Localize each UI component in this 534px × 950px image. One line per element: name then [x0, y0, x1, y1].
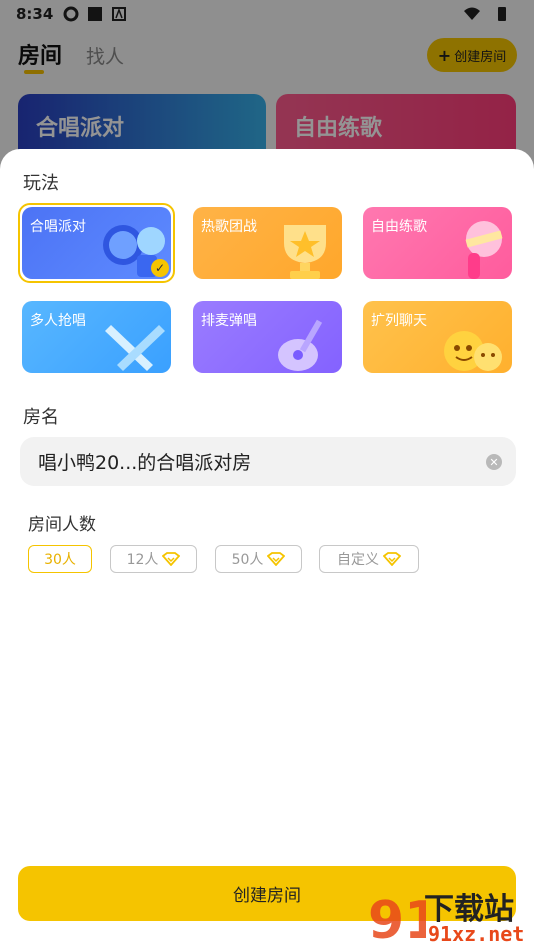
mode-label: 排麦弹唱 — [201, 313, 257, 329]
mode-card-multi-grab-sing[interactable]: 多人抢唱 — [22, 301, 171, 373]
clear-icon[interactable]: ✕ — [486, 454, 502, 470]
create-room-sheet: 玩法 合唱派对 ✓ 热歌团战 自由练歌 多人抢唱 排麦弹唱 扩列聊天 房名 唱小… — [0, 149, 534, 950]
room-size-label: 30人 — [44, 552, 76, 568]
mode-card-free-practice[interactable]: 自由练歌 — [363, 207, 512, 279]
room-size-label: 自定义 — [337, 552, 379, 568]
room-size-option-30[interactable]: 30人 — [28, 545, 92, 573]
pink-microphone-icon — [465, 221, 503, 279]
room-size-section-title: 房间人数 — [28, 515, 96, 535]
mode-label: 扩列聊天 — [371, 313, 427, 329]
room-size-label: 12人 — [126, 552, 159, 568]
watermark-logo: 91 — [368, 891, 426, 950]
mode-label: 自由练歌 — [371, 219, 427, 235]
room-name-input[interactable] — [38, 437, 478, 486]
mode-card-hot-song-battle[interactable]: 热歌团战 — [193, 207, 342, 279]
mode-card-queue-guitar-sing[interactable]: 排麦弹唱 — [193, 301, 342, 373]
trophy-icon — [284, 225, 326, 279]
mode-section-title: 玩法 — [23, 173, 59, 194]
room-name-field: ✕ — [20, 437, 516, 486]
diamond-icon — [267, 552, 286, 566]
check-icon: ✓ — [151, 259, 169, 277]
emoji-faces-icon — [444, 331, 502, 371]
watermark: 91 下载站 91xz.net — [366, 882, 534, 950]
guitar-icon — [278, 319, 323, 371]
room-size-option-custom[interactable]: 自定义 — [319, 545, 419, 573]
room-size-label: 50人 — [231, 552, 264, 568]
room-size-option-12[interactable]: 12人 — [110, 545, 197, 573]
room-size-option-50[interactable]: 50人 — [215, 545, 302, 573]
diamond-icon — [383, 552, 401, 566]
mode-card-chorus-party[interactable]: 合唱派对 ✓ — [22, 207, 171, 279]
mode-label: 多人抢唱 — [30, 313, 86, 329]
mode-card-expand-chat[interactable]: 扩列聊天 — [363, 301, 512, 373]
watermark-url: 91xz.net — [428, 922, 525, 946]
watermark-logo-number: 91 — [368, 891, 426, 950]
crossed-swords-icon — [105, 325, 165, 371]
create-room-label: 创建房间 — [233, 886, 301, 906]
diamond-icon — [162, 552, 181, 566]
mode-label: 热歌团战 — [201, 219, 257, 235]
room-name-section-title: 房名 — [23, 407, 59, 428]
mode-label: 合唱派对 — [30, 219, 86, 235]
